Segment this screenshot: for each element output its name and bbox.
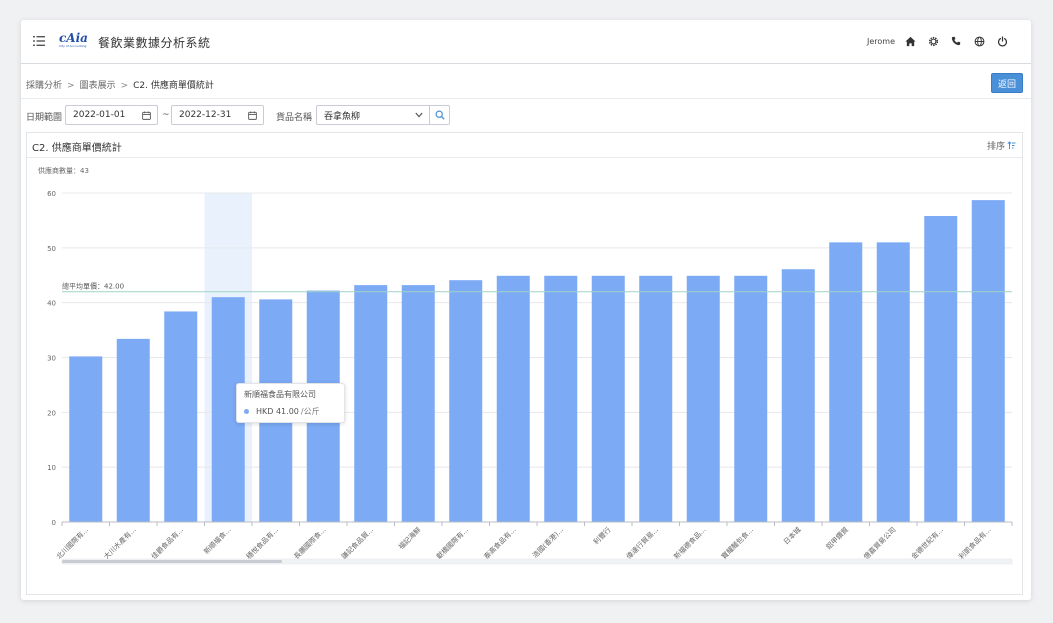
product-name-label: 貨品名稱 [276,113,313,123]
supplier-count-label: 供應商數量：43 [38,166,89,175]
bar[interactable] [781,269,815,522]
x-tick-label: 福記海鮮 [397,525,423,551]
globe-icon[interactable] [973,35,985,47]
x-tick-label: 日本城 [781,525,802,546]
x-tick-label: 佳爵食品有... [149,525,185,561]
date-to-input[interactable]: 2022-12-31 [171,105,264,125]
date-range-separator: ~ [162,110,170,120]
bar[interactable] [639,275,673,522]
logo-text: cAia [59,31,88,45]
home-icon[interactable] [904,35,916,47]
back-button[interactable]: 返回 [991,73,1023,93]
y-tick-label: 20 [47,409,56,417]
bar[interactable] [829,242,863,522]
x-tick-label: 長鵬國際食... [292,525,328,561]
menu-icon[interactable] [33,36,45,46]
search-button[interactable] [429,105,450,125]
date-range-label: 日期範圍 [26,113,63,123]
date-from-value: 2022-01-01 [73,110,126,120]
bar[interactable] [401,285,435,522]
x-tick-label: 鋁甲鑽貿 [824,525,850,551]
bar[interactable] [971,200,1005,522]
calendar-icon[interactable] [142,111,151,120]
y-tick-label: 10 [47,464,56,472]
divider [21,98,1031,99]
tooltip-value: HKD 41.00 [256,407,299,416]
y-tick-label: 60 [47,190,56,198]
x-tick-label: 大川水產有... [102,525,138,561]
x-tick-label: 穩悅食品有... [244,525,280,561]
scrollbar-thumb[interactable] [62,560,282,563]
bar[interactable] [449,280,483,522]
x-tick-label: 泰高食品有... [482,525,518,561]
x-tick-label: 新福德食品... [672,525,708,561]
bar[interactable] [69,356,103,522]
bar[interactable] [544,275,578,522]
average-line-label: 總平均單價：42.00 [62,282,124,291]
x-tick-label: 獻橋國際有... [434,525,470,561]
chevron-down-icon [415,112,423,118]
bar[interactable] [591,275,625,522]
logo[interactable]: cAia City of Accounting [59,31,89,51]
bar[interactable] [734,275,768,522]
app-window: cAia City of Accounting 餐飲業數據分析系統 Jerome… [21,20,1031,600]
gear-icon[interactable] [927,35,939,47]
user-name[interactable]: Jerome [867,37,895,46]
phone-icon[interactable] [950,35,962,47]
breadcrumb-item-current: C2. 供應商單價統計 [133,81,214,91]
breadcrumb: 採購分析 > 圖表展示 > C2. 供應商單價統計 [26,78,214,91]
x-tick-label: 金德世紀有... [909,525,945,561]
x-tick-label: 利凱食品有... [957,525,993,561]
x-tick-label: 北川國際有... [54,525,90,561]
y-tick-label: 30 [47,355,56,363]
date-to-value: 2022-12-31 [179,110,232,120]
search-icon [434,110,445,120]
bar-chart: 供應商數量：43 0 10 20 30 40 50 60 北川國際有... 大川水產有... 佳爵食… [38,166,1013,565]
breadcrumb-item-purchase[interactable]: 採購分析 [26,81,62,91]
tooltip-title: 新順福食品有限公司 [244,390,316,399]
x-tick-label: 億嘉貿易公司 [862,525,898,561]
y-tick-label: 50 [47,245,56,253]
product-select-value: 吞拿魚柳 [324,111,361,122]
y-tick-label: 40 [47,300,56,308]
x-tick-label: 寶耀麵包食... [719,525,755,561]
calendar-icon[interactable] [248,111,257,120]
y-tick-label: 0 [52,519,56,527]
tooltip-unit: /公斤 [300,407,320,416]
top-header: cAia City of Accounting 餐飲業數據分析系統 Jerome [21,20,1031,64]
bar[interactable] [496,275,530,522]
date-from-input[interactable]: 2022-01-01 [65,105,158,125]
bar[interactable] [116,338,150,522]
breadcrumb-separator: > [120,81,129,91]
product-select[interactable]: 吞拿魚柳 [316,105,430,125]
bar[interactable] [354,285,388,522]
bar[interactable] [164,311,198,522]
bar[interactable] [876,242,910,522]
logo-subtext: City of Accounting [59,44,87,48]
x-tick-label: 偉達行貿易... [624,525,660,561]
bar[interactable] [686,275,720,522]
bar[interactable] [924,216,958,522]
breadcrumb-separator: > [67,81,75,91]
breadcrumb-item-charts[interactable]: 圖表展示 [80,81,116,91]
chart-tooltip: 新順福食品有限公司 HKD 41.00 /公斤 [236,383,345,423]
x-tick-label: 新順福食... [202,525,233,556]
tooltip-series-dot [244,409,249,414]
tooltip-row: HKD 41.00 /公斤 [244,406,337,417]
x-tick-label: 浩國(香港)... [530,525,565,560]
power-icon[interactable] [996,35,1008,47]
x-tick-label: 利豐行 [591,525,612,546]
x-tick-label: 謙記食品貿... [339,525,375,561]
app-title: 餐飲業數據分析系統 [98,36,211,50]
chart-panel: C2. 供應商單價統計 排序 供應商數量：43 0 10 20 30 40 50 60 北川國際… [26,132,1023,595]
